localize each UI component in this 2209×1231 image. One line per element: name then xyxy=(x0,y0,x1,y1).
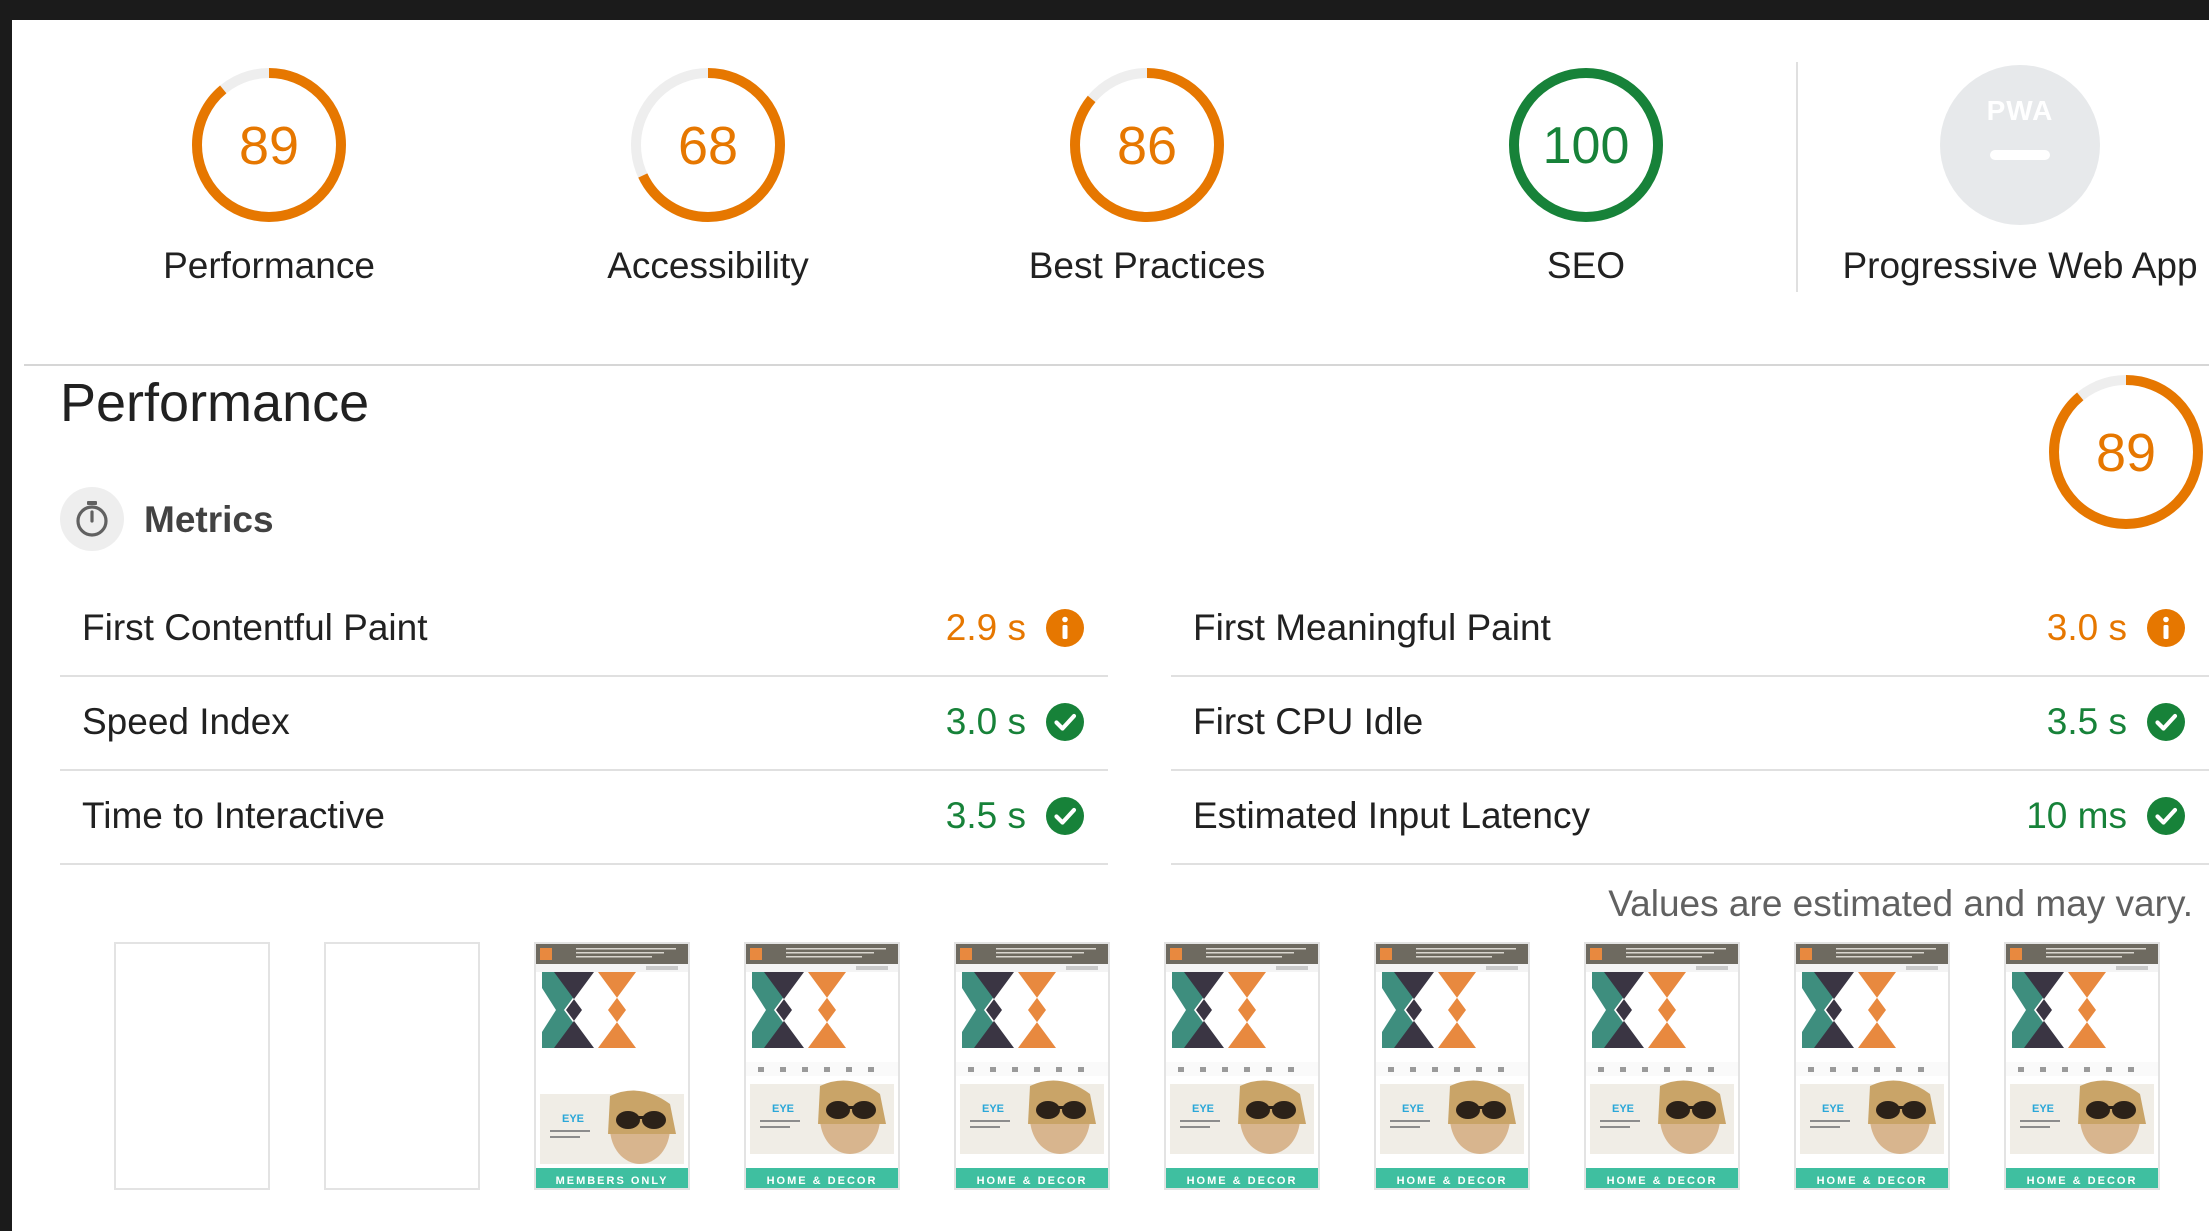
gauge-seo[interactable]: 100 SEO xyxy=(1386,65,1786,287)
page-thumbnail: EYE HOME & DECOR xyxy=(746,944,898,1188)
filmstrip-frame: EYE HOME & DECOR xyxy=(1164,942,1320,1190)
banner-text: HOME & DECOR xyxy=(1397,1175,1508,1187)
gauge-score: 68 xyxy=(678,116,738,176)
promo-text: EYE xyxy=(1402,1103,1424,1115)
page-thumbnail: EYE HOME & DECOR xyxy=(1796,944,1948,1188)
info-icon[interactable] xyxy=(2147,609,2185,647)
promo-text: EYE xyxy=(1192,1103,1214,1115)
section-score-gauge: 89 xyxy=(2049,375,2203,529)
metric-value: 2.9 s xyxy=(945,607,1026,648)
gauge-label: Performance xyxy=(163,245,375,286)
filmstrip-frame: EYE HOME & DECOR xyxy=(744,942,900,1190)
gauge-score: 89 xyxy=(239,116,299,176)
gauge-label: Best Practices xyxy=(1028,245,1266,286)
page-thumbnail: EYE HOME & DECOR xyxy=(2006,944,2158,1188)
metric-value: 3.0 s xyxy=(2046,607,2127,648)
gauge-best-practices[interactable]: 86 Best Practices xyxy=(947,65,1347,287)
metric-value: 10 ms xyxy=(2026,795,2127,836)
banner-text: HOME & DECOR xyxy=(1607,1175,1718,1187)
gauge-label: Progressive Web App xyxy=(1842,245,2198,286)
filmstrip-frame: EYE HOME & DECOR xyxy=(954,942,1110,1190)
banner-text: HOME & DECOR xyxy=(1817,1175,1928,1187)
pwa-badge-icon: PWA xyxy=(1940,65,2100,225)
gauge-pwa[interactable]: PWA Progressive Web App xyxy=(1830,65,2209,287)
filmstrip-frame xyxy=(324,942,480,1190)
filmstrip: EYE MEMBERS ONLY EYE HOME & DECOR EYE HOME & … xyxy=(114,942,2209,1222)
check-icon xyxy=(2147,797,2185,835)
metrics-column-right: First Meaningful Paint 3.0 s First CPU I… xyxy=(1171,583,2209,865)
promo-text: EYE xyxy=(1612,1103,1634,1115)
metric-row[interactable]: Estimated Input Latency 10 ms xyxy=(1171,771,2209,865)
metric-row[interactable]: Time to Interactive 3.5 s xyxy=(60,771,1108,865)
section-title: Performance xyxy=(60,373,370,433)
gauge-label: SEO xyxy=(1546,245,1626,286)
pwa-badge-text: PWA xyxy=(1986,95,2054,126)
gauge-score: 89 xyxy=(2096,423,2156,483)
filmstrip-frame: EYE HOME & DECOR xyxy=(2004,942,2160,1190)
check-icon xyxy=(2147,703,2185,741)
filmstrip-frame xyxy=(114,942,270,1190)
filmstrip-frame: EYE MEMBERS ONLY xyxy=(534,942,690,1190)
gauge-score: 86 xyxy=(1117,116,1177,176)
info-icon[interactable] xyxy=(1046,609,1084,647)
pwa-dash-icon xyxy=(1990,150,2050,160)
banner-text: HOME & DECOR xyxy=(1187,1175,1298,1187)
metric-value: 3.0 s xyxy=(945,701,1026,742)
gauge-ring: 89 xyxy=(192,68,346,222)
metrics-title: Metrics xyxy=(144,499,274,540)
gauge-ring: 100 xyxy=(1509,68,1663,222)
category-gauges: 89 Performance 68 Accessibility 86 Best … xyxy=(12,20,2209,365)
metric-value: 3.5 s xyxy=(2046,701,2127,742)
metric-name: First CPU Idle xyxy=(1193,701,1424,742)
gauge-divider xyxy=(1796,62,1798,292)
page-thumbnail: EYE HOME & DECOR xyxy=(956,944,1108,1188)
gauge-accessibility[interactable]: 68 Accessibility xyxy=(508,65,908,287)
page-thumbnail: EYE HOME & DECOR xyxy=(1586,944,1738,1188)
metric-name: First Meaningful Paint xyxy=(1193,607,1551,648)
metric-row[interactable]: First CPU Idle 3.5 s xyxy=(1171,677,2209,771)
banner-text: HOME & DECOR xyxy=(977,1175,1088,1187)
gauge-performance[interactable]: 89 Performance xyxy=(69,65,469,287)
section-divider xyxy=(24,364,2209,366)
gauge-label: Accessibility xyxy=(607,245,809,286)
metric-name: First Contentful Paint xyxy=(82,607,428,648)
filmstrip-frame: EYE HOME & DECOR xyxy=(1374,942,1530,1190)
promo-text: EYE xyxy=(562,1113,584,1125)
metrics-disclaimer: Values are estimated and may vary. xyxy=(1608,883,2193,924)
page-thumbnail: EYE HOME & DECOR xyxy=(1166,944,1318,1188)
gauge-ring: 68 xyxy=(631,68,785,222)
banner-text: HOME & DECOR xyxy=(767,1175,878,1187)
metric-row[interactable]: Speed Index 3.0 s xyxy=(60,677,1108,771)
filmstrip-frame: EYE HOME & DECOR xyxy=(1584,942,1740,1190)
gauge-score: 100 xyxy=(1543,117,1630,175)
metric-name: Time to Interactive xyxy=(82,795,385,836)
promo-text: EYE xyxy=(982,1103,1004,1115)
lighthouse-report: 89 Performance 68 Accessibility 86 Best … xyxy=(12,20,2209,1231)
banner-text: MEMBERS ONLY xyxy=(556,1175,669,1187)
promo-text: EYE xyxy=(772,1103,794,1115)
gauge-ring: 86 xyxy=(1070,68,1224,222)
page-thumbnail: EYE MEMBERS ONLY xyxy=(536,944,688,1188)
check-icon xyxy=(1046,703,1084,741)
promo-text: EYE xyxy=(2032,1103,2054,1115)
banner-text: HOME & DECOR xyxy=(2027,1175,2138,1187)
metric-value: 3.5 s xyxy=(945,795,1026,836)
page-thumbnail: EYE HOME & DECOR xyxy=(1376,944,1528,1188)
filmstrip-frame: EYE HOME & DECOR xyxy=(1794,942,1950,1190)
check-icon xyxy=(1046,797,1084,835)
metric-row[interactable]: First Meaningful Paint 3.0 s xyxy=(1171,583,2209,677)
stopwatch-icon xyxy=(60,487,124,551)
metric-name: Estimated Input Latency xyxy=(1193,795,1590,836)
metric-row[interactable]: First Contentful Paint 2.9 s xyxy=(60,583,1108,677)
metric-name: Speed Index xyxy=(82,701,290,742)
metrics-column-left: First Contentful Paint 2.9 s Speed Index… xyxy=(60,583,1108,865)
promo-text: EYE xyxy=(1822,1103,1844,1115)
